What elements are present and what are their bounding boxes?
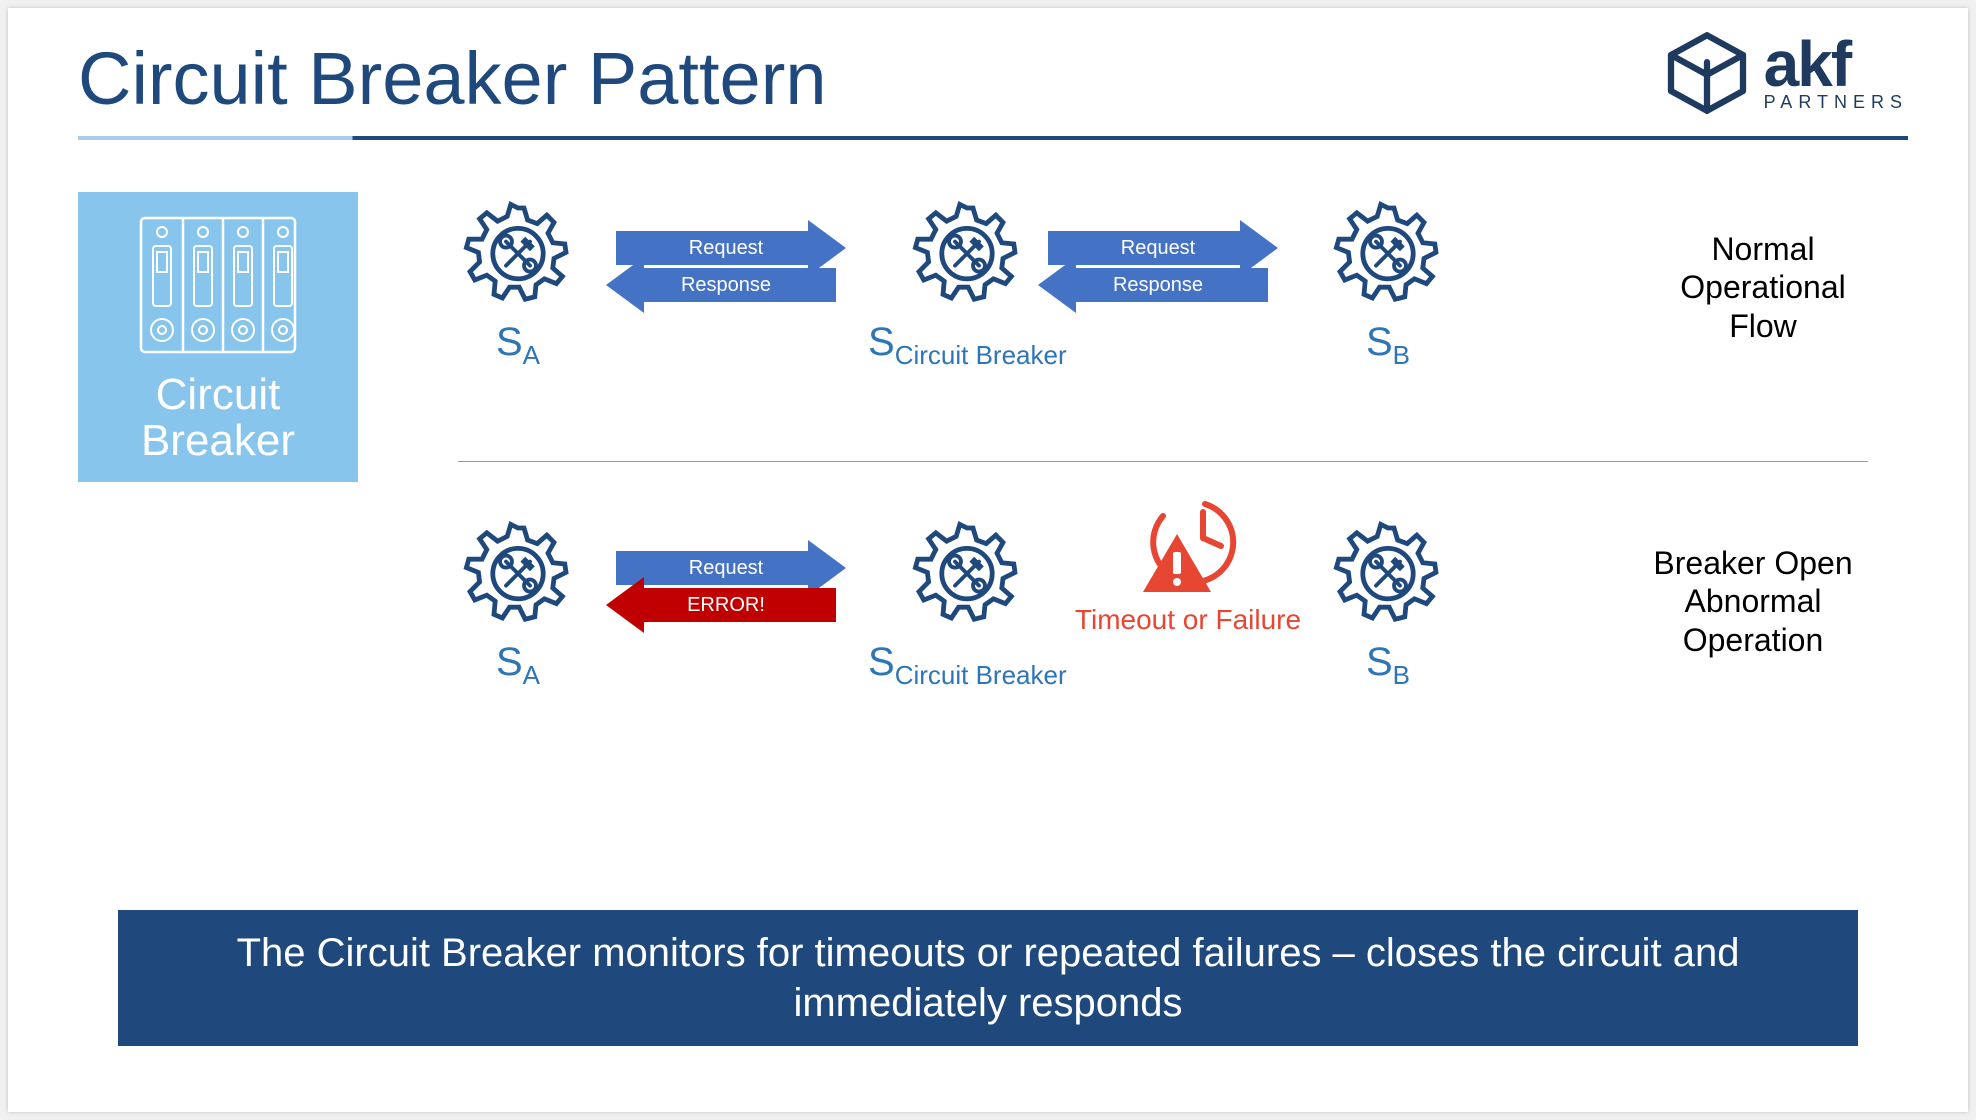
gear-icon	[907, 516, 1027, 636]
timeout-label: Timeout or Failure	[1075, 604, 1301, 636]
service-b-label: SB	[1366, 640, 1410, 691]
header-divider	[78, 136, 1908, 140]
footer-summary: The Circuit Breaker monitors for timeout…	[118, 910, 1858, 1046]
arrow-pair-error: Request ERROR!	[616, 548, 836, 625]
row-divider	[458, 461, 1868, 462]
circuit-breaker-node: SCircuit Breaker	[868, 196, 1067, 371]
cube-icon	[1662, 28, 1752, 118]
service-a-node: SA	[458, 516, 578, 691]
circuit-breaker-icon	[133, 210, 303, 360]
brand-logo: akf PARTNERS	[1662, 28, 1908, 118]
gear-icon	[458, 516, 578, 636]
gear-icon	[458, 196, 578, 316]
brand-subtitle: PARTNERS	[1764, 94, 1908, 110]
service-a-label: SA	[496, 320, 540, 371]
diagram-area: SA Request Response SCircuit Breaker Req…	[398, 186, 1908, 856]
request-arrow: Request	[1048, 231, 1268, 265]
service-a-label: SA	[496, 640, 540, 691]
circuit-breaker-node: SCircuit Breaker	[868, 516, 1067, 691]
response-arrow: Response	[616, 268, 836, 302]
gear-icon	[907, 196, 1027, 316]
service-b-node: SB	[1328, 196, 1448, 371]
service-a-node: SA	[458, 196, 578, 371]
abnormal-flow-row: SA Request ERROR! SCircuit Breaker	[398, 486, 1908, 766]
circuit-breaker-label: SCircuit Breaker	[868, 320, 1067, 371]
sidebar-card: CircuitBreaker	[78, 192, 358, 482]
abnormal-caption: Breaker OpenAbnormalOperation	[1628, 544, 1878, 659]
sidebar-label: CircuitBreaker	[141, 372, 295, 464]
service-b-node: SB	[1328, 516, 1448, 691]
gear-icon	[1328, 516, 1448, 636]
gear-icon	[1328, 196, 1448, 316]
slide-title: Circuit Breaker Pattern	[78, 36, 827, 121]
response-arrow: Response	[1048, 268, 1268, 302]
service-b-label: SB	[1366, 320, 1410, 371]
timeout-block: Timeout or Failure	[1058, 498, 1318, 636]
slide: Circuit Breaker Pattern akf PARTNERS	[8, 8, 1968, 1112]
request-arrow: Request	[616, 231, 836, 265]
timeout-failure-icon	[1133, 498, 1243, 598]
normal-caption: NormalOperationalFlow	[1648, 230, 1878, 345]
request-arrow: Request	[616, 551, 836, 585]
arrow-pair-2: Request Response	[1048, 228, 1268, 305]
brand-name: akf	[1764, 36, 1851, 94]
arrow-pair-1: Request Response	[616, 228, 836, 305]
circuit-breaker-label: SCircuit Breaker	[868, 640, 1067, 691]
error-arrow: ERROR!	[616, 588, 836, 622]
normal-flow-row: SA Request Response SCircuit Breaker Req…	[398, 186, 1908, 446]
